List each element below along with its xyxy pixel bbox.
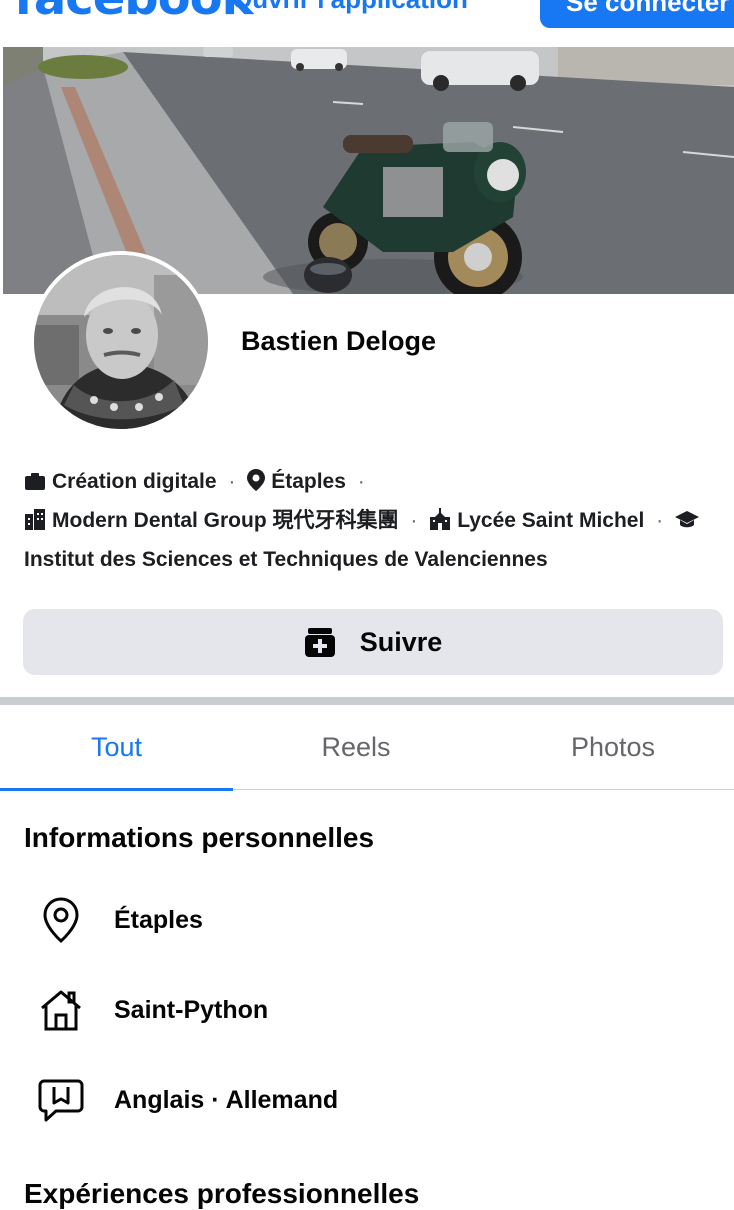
profile-intro: Création digitale · Étaples · Modern Den…	[24, 462, 724, 579]
info-row-languages: Anglais · Allemand	[36, 1070, 338, 1130]
follow-button[interactable]: Suivre	[23, 609, 723, 675]
briefcase-icon	[25, 473, 45, 490]
active-tab-indicator	[0, 788, 233, 791]
intro-label: Lycée Saint Michel	[457, 509, 645, 532]
work-experience-title: Expériences professionnelles	[24, 1178, 420, 1209]
info-row-hometown: Saint-Python	[36, 980, 268, 1040]
tab-all[interactable]: Tout	[0, 705, 233, 789]
facebook-logo[interactable]: facebook	[14, 0, 254, 26]
section-divider	[0, 697, 734, 705]
intro-item-school[interactable]: Lycée Saint Michel	[423, 508, 650, 532]
building-icon	[25, 509, 45, 530]
intro-item-university[interactable]: Institut des Sciences et Techniques de V…	[24, 548, 548, 571]
personal-info-title: Informations personnelles	[24, 822, 375, 853]
location-pin-icon	[43, 897, 79, 943]
tab-reels[interactable]: Reels	[233, 705, 479, 789]
intro-label: Étaples	[271, 470, 346, 493]
speech-bubble-icon	[38, 1079, 84, 1122]
separator: ·	[410, 509, 418, 532]
location-pin-icon	[247, 469, 266, 491]
home-icon	[41, 990, 81, 1031]
avatar-image	[34, 255, 208, 429]
intro-label: Modern Dental Group 現代牙科集團	[52, 509, 399, 532]
intro-item-profession: Création digitale	[24, 470, 222, 493]
intro-label: Création digitale	[52, 470, 217, 493]
follow-button-label: Suivre	[359, 626, 443, 657]
profile-avatar[interactable]	[30, 251, 212, 433]
tab-photos[interactable]: Photos	[479, 705, 734, 789]
top-bar: facebook Ouvrir l'application Se connect…	[0, 0, 734, 46]
open-app-link[interactable]: Ouvrir l'application	[232, 0, 468, 15]
profile-name: Bastien Deloge	[241, 326, 437, 356]
info-row-location: Étaples	[36, 890, 203, 950]
login-button[interactable]: Se connecter	[540, 0, 734, 28]
info-label: Étaples	[114, 905, 203, 934]
intro-item-workplace[interactable]: Modern Dental Group 現代牙科集團	[24, 509, 404, 532]
info-label: Anglais · Allemand	[114, 1085, 339, 1114]
info-label: Saint-Python	[114, 995, 269, 1024]
profile-tabs: Tout Reels Photos	[0, 705, 734, 791]
graduation-cap-icon	[675, 511, 699, 528]
school-icon	[430, 508, 451, 530]
intro-item-location[interactable]: Étaples	[241, 469, 351, 493]
separator: ·	[228, 470, 236, 493]
separator: ·	[357, 470, 365, 493]
separator: ·	[656, 509, 664, 532]
follow-add-icon	[304, 628, 335, 657]
